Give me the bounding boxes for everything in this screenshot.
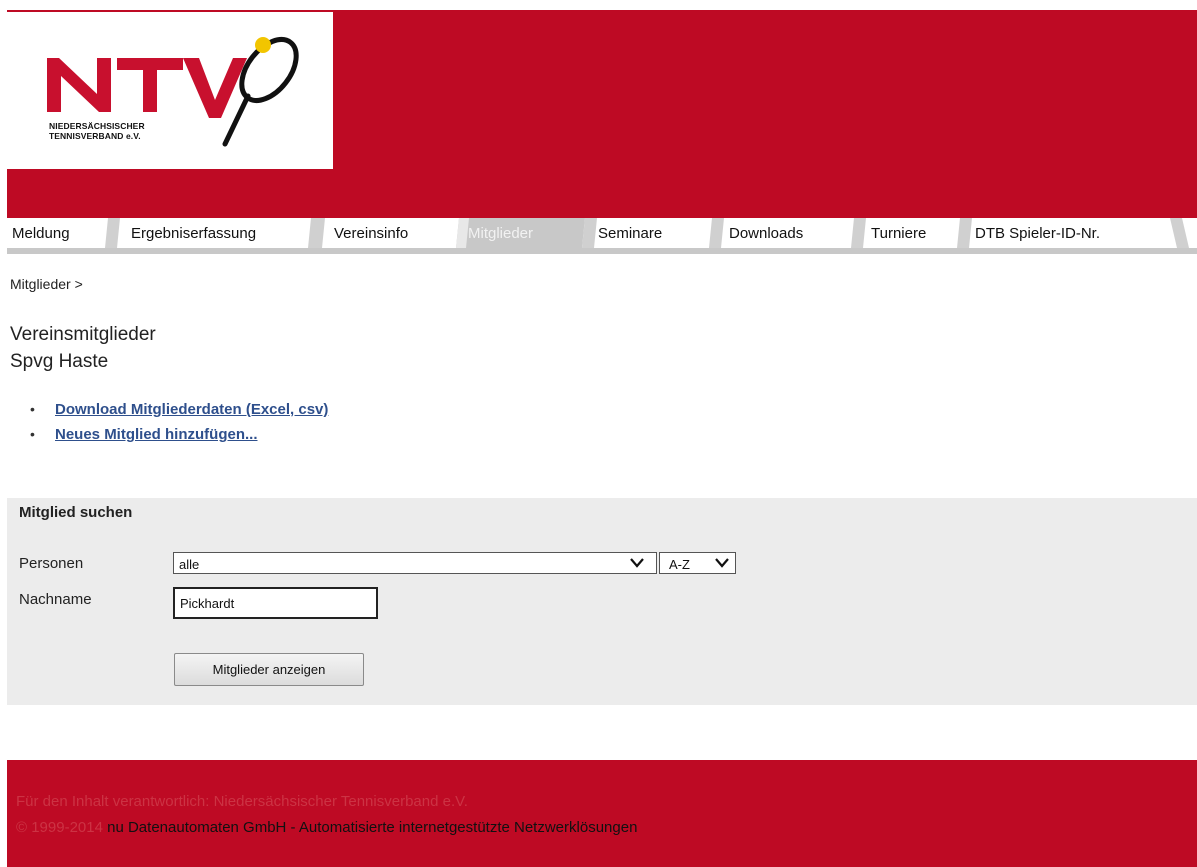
nachname-input[interactable]: Pickhardt <box>173 587 378 619</box>
tab-label[interactable]: Ergebniserfassung <box>131 225 256 242</box>
company-link[interactable]: nu Datenautomaten GmbH - Automatisierte … <box>107 819 637 836</box>
tab-seminare[interactable]: Seminare <box>597 218 709 248</box>
download-link[interactable]: Download Mitgliederdaten (Excel, csv) <box>55 401 328 418</box>
bullet: • <box>30 401 35 417</box>
left-margin <box>0 0 7 867</box>
search-title: Mitglied suchen <box>19 504 133 521</box>
tab-dtb-spieler-id[interactable]: DTB Spieler-ID-Nr. <box>972 218 1172 248</box>
tab-label[interactable]: DTB Spieler-ID-Nr. <box>975 225 1100 242</box>
nav-underline <box>7 248 1197 254</box>
tab-label[interactable]: Turniere <box>871 225 926 242</box>
tab-vereinsinfo[interactable]: Vereinsinfo <box>325 218 457 248</box>
sort-value: A-Z <box>669 557 690 572</box>
footer-responsibility: Für den Inhalt verantwortlich: Niedersäc… <box>16 793 468 810</box>
nachname-value: Pickhardt <box>180 596 235 611</box>
logo[interactable]: NIEDERSÄCHSISCHER TENNISVERBAND e.V. <box>7 12 333 169</box>
tab-label[interactable]: Mitglieder <box>468 225 533 242</box>
site-footer: Für den Inhalt verantwortlich: Niedersäc… <box>7 760 1197 867</box>
tab-downloads[interactable]: Downloads <box>724 218 852 248</box>
show-members-button[interactable]: Mitglieder anzeigen <box>174 653 364 686</box>
personen-select[interactable]: alle <box>173 552 657 574</box>
tab-label[interactable]: Downloads <box>729 225 803 242</box>
site-header: NIEDERSÄCHSISCHER TENNISVERBAND e.V. <box>7 10 1197 218</box>
tab-label[interactable]: Seminare <box>598 225 662 242</box>
sort-select[interactable]: A-Z <box>659 552 736 574</box>
chevron-down-icon <box>715 558 729 568</box>
tab-turniere[interactable]: Turniere <box>866 218 958 248</box>
member-search-panel: Mitglied suchen Personen alle A-Z Nachna… <box>7 498 1197 705</box>
logo-text: NIEDERSÄCHSISCHER TENNISVERBAND e.V. <box>49 121 145 141</box>
page: NIEDERSÄCHSISCHER TENNISVERBAND e.V. Mel… <box>0 0 1197 867</box>
personen-label: Personen <box>19 555 84 572</box>
add-member-link[interactable]: Neues Mitglied hinzufügen... <box>55 426 258 443</box>
personen-value: alle <box>179 557 200 572</box>
logo-line-2: TENNISVERBAND e.V. <box>49 131 141 141</box>
tab-mitglieder[interactable]: Mitglieder <box>467 218 585 248</box>
breadcrumb[interactable]: Mitglieder > <box>10 276 83 292</box>
copyright-years: © 1999-2014 <box>16 819 108 836</box>
ntv-logo-graphic <box>47 37 299 147</box>
bullet: • <box>30 426 35 442</box>
page-subtitle: Spvg Haste <box>10 351 109 372</box>
page-title: Vereinsmitglieder <box>10 324 156 345</box>
main-nav: Meldung Ergebniserfassung Vereinsinfo Mi… <box>7 218 1197 254</box>
nachname-label: Nachname <box>19 591 92 608</box>
tab-label[interactable]: Vereinsinfo <box>334 225 408 242</box>
tab-label[interactable]: Meldung <box>12 225 70 242</box>
tab-ergebniserfassung[interactable]: Ergebniserfassung <box>120 218 310 248</box>
chevron-down-icon <box>630 558 644 568</box>
logo-line-1: NIEDERSÄCHSISCHER <box>49 121 145 131</box>
tab-meldung[interactable]: Meldung <box>7 218 108 248</box>
footer-copyright: © 1999-2014 nu Datenautomaten GmbH - Aut… <box>16 819 637 836</box>
